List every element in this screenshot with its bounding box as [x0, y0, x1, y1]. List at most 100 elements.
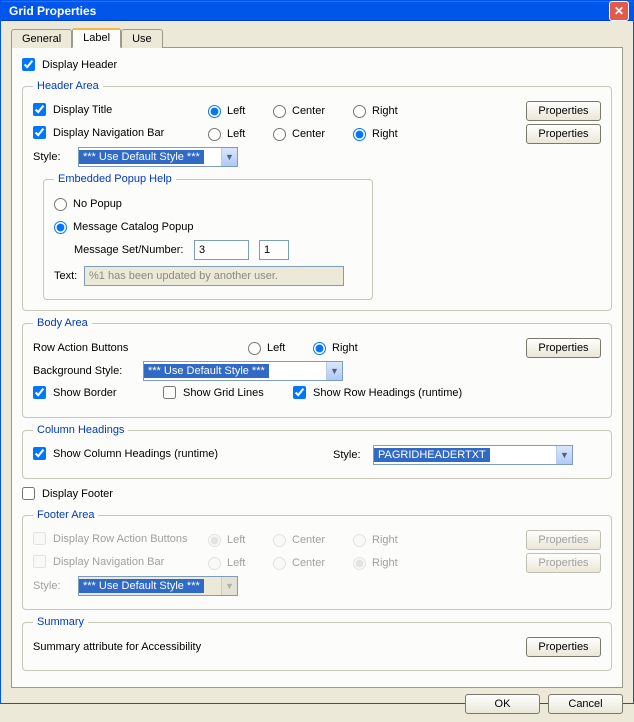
summary-group: Summary Summary attribute for Accessibil… [22, 616, 612, 671]
footer-nav-left: Left [208, 557, 273, 570]
row-display-title: Display Title Left Center Right Properti… [33, 101, 601, 121]
footer-navbar-checkbox: Display Navigation Bar [33, 555, 164, 568]
footer-nav-center: Center [273, 557, 353, 570]
chevron-down-icon: ▼ [556, 446, 572, 464]
display-navbar-text: Display Navigation Bar [53, 127, 164, 139]
close-icon: ✕ [614, 4, 624, 18]
popup-text-label: Text: [54, 270, 84, 282]
body-align-right[interactable]: Right [313, 342, 378, 355]
column-headings-group: Column Headings Show Column Headings (ru… [22, 424, 612, 479]
row-body-actions: Row Action Buttons Left Right Properties [33, 338, 601, 358]
display-navbar-checkbox[interactable]: Display Navigation Bar [33, 126, 164, 139]
row-body-opts: Show Border Show Grid Lines Show Row Hea… [33, 384, 601, 404]
title-align-center[interactable]: Center [273, 105, 353, 118]
nav-properties-button[interactable]: Properties [526, 124, 601, 144]
header-style-select[interactable]: *** Use Default Style *** ▼ [78, 147, 238, 167]
bg-style-label: Background Style: [33, 365, 143, 377]
row-header-style: Style: *** Use Default Style *** ▼ [33, 147, 601, 167]
title-properties-button[interactable]: Properties [526, 101, 601, 121]
footer-rowaction-checkbox: Display Row Action Buttons [33, 532, 188, 545]
display-header-checkbox[interactable]: Display Header [22, 58, 117, 71]
body-align-left[interactable]: Left [248, 342, 313, 355]
footer-nav-properties-button: Properties [526, 553, 601, 573]
footer-row-right: Right [353, 534, 433, 547]
show-gridlines-checkbox[interactable]: Show Grid Lines [163, 386, 264, 399]
footer-area-legend: Footer Area [33, 509, 98, 521]
display-title-checkbox[interactable]: Display Title [33, 103, 112, 116]
msg-setnum-label: Message Set/Number: [74, 244, 194, 256]
col-style-label: Style: [333, 449, 373, 461]
embedded-popup-group: Embedded Popup Help No Popup Message Cat… [43, 173, 373, 300]
msg-num-input[interactable] [259, 240, 289, 260]
col-style-select[interactable]: PAGRIDHEADERTXT ▼ [373, 445, 573, 465]
footer-nav-right: Right [353, 557, 433, 570]
show-row-headings-checkbox[interactable]: Show Row Headings (runtime) [293, 386, 462, 399]
footer-row-center: Center [273, 534, 353, 547]
body-area-legend: Body Area [33, 317, 92, 329]
chevron-down-icon: ▼ [221, 577, 237, 595]
footer-style-value: *** Use Default Style *** [79, 579, 204, 593]
show-border-checkbox[interactable]: Show Border [33, 386, 117, 399]
tab-panel-label: Display Header Header Area Display Title… [11, 47, 623, 688]
chevron-down-icon: ▼ [326, 362, 342, 380]
display-footer-label: Display Footer [42, 488, 113, 500]
row-col-headings: Show Column Headings (runtime) Style: PA… [33, 445, 601, 465]
msg-set-input[interactable] [194, 240, 249, 260]
header-style-value: *** Use Default Style *** [79, 150, 204, 164]
body-properties-button[interactable]: Properties [526, 338, 601, 358]
display-footer-input[interactable] [22, 487, 35, 500]
nav-align-left[interactable]: Left [208, 128, 273, 141]
title-align-left[interactable]: Left [208, 105, 273, 118]
popup-none[interactable]: No Popup [54, 198, 122, 211]
titlebar: Grid Properties ✕ [1, 1, 633, 21]
client-area: General Label Use Display Header Header … [1, 21, 633, 722]
row-summary: Summary attribute for Accessibility Prop… [33, 637, 601, 657]
footer-style-select: *** Use Default Style *** ▼ [78, 576, 238, 596]
summary-properties-button[interactable]: Properties [526, 637, 601, 657]
row-display-navbar: Display Navigation Bar Left Center Right… [33, 124, 601, 144]
tab-use-label: Use [132, 33, 152, 45]
display-title-text: Display Title [53, 104, 112, 116]
nav-align-center[interactable]: Center [273, 128, 353, 141]
dialog-buttons: OK Cancel [11, 688, 623, 714]
window-title: Grid Properties [9, 4, 96, 18]
display-header-input[interactable] [22, 58, 35, 71]
tabs-bar: General Label Use [11, 27, 623, 47]
tab-use[interactable]: Use [121, 29, 163, 48]
title-align-right[interactable]: Right [353, 105, 433, 118]
column-headings-legend: Column Headings [33, 424, 128, 436]
bg-style-value: *** Use Default Style *** [144, 364, 269, 378]
ok-button[interactable]: OK [465, 694, 540, 714]
body-area-group: Body Area Row Action Buttons Left Right … [22, 317, 612, 418]
bg-style-select[interactable]: *** Use Default Style *** ▼ [143, 361, 343, 381]
display-navbar-input[interactable] [33, 126, 46, 139]
row-footer-navbar: Display Navigation Bar Left Center Right… [33, 553, 601, 573]
footer-style-label: Style: [33, 580, 78, 592]
footer-row-left: Left [208, 534, 273, 547]
tab-label-label: Label [83, 32, 110, 44]
summary-text: Summary attribute for Accessibility [33, 641, 201, 653]
tab-general[interactable]: General [11, 29, 72, 48]
header-area-group: Header Area Display Title Left Center Ri… [22, 80, 612, 311]
row-footer-rowaction: Display Row Action Buttons Left Center R… [33, 530, 601, 550]
cancel-button[interactable]: Cancel [548, 694, 623, 714]
footer-area-group: Footer Area Display Row Action Buttons L… [22, 509, 612, 610]
header-area-legend: Header Area [33, 80, 103, 92]
close-button[interactable]: ✕ [609, 1, 629, 21]
embedded-popup-legend: Embedded Popup Help [54, 173, 176, 185]
col-style-value: PAGRIDHEADERTXT [374, 448, 490, 462]
display-footer-checkbox[interactable]: Display Footer [22, 487, 113, 500]
tab-label[interactable]: Label [72, 28, 121, 48]
header-style-label: Style: [33, 151, 68, 163]
display-header-label: Display Header [42, 59, 117, 71]
popup-msg-catalog[interactable]: Message Catalog Popup [54, 221, 193, 234]
row-body-bgstyle: Background Style: *** Use Default Style … [33, 361, 601, 381]
tab-general-label: General [22, 33, 61, 45]
row-footer-style: Style: *** Use Default Style *** ▼ [33, 576, 601, 596]
window: Grid Properties ✕ General Label Use Disp… [0, 0, 634, 704]
summary-legend: Summary [33, 616, 88, 628]
show-col-headings-checkbox[interactable]: Show Column Headings (runtime) [33, 447, 218, 460]
nav-align-right[interactable]: Right [353, 128, 433, 141]
popup-text-value [84, 266, 344, 286]
display-title-input[interactable] [33, 103, 46, 116]
